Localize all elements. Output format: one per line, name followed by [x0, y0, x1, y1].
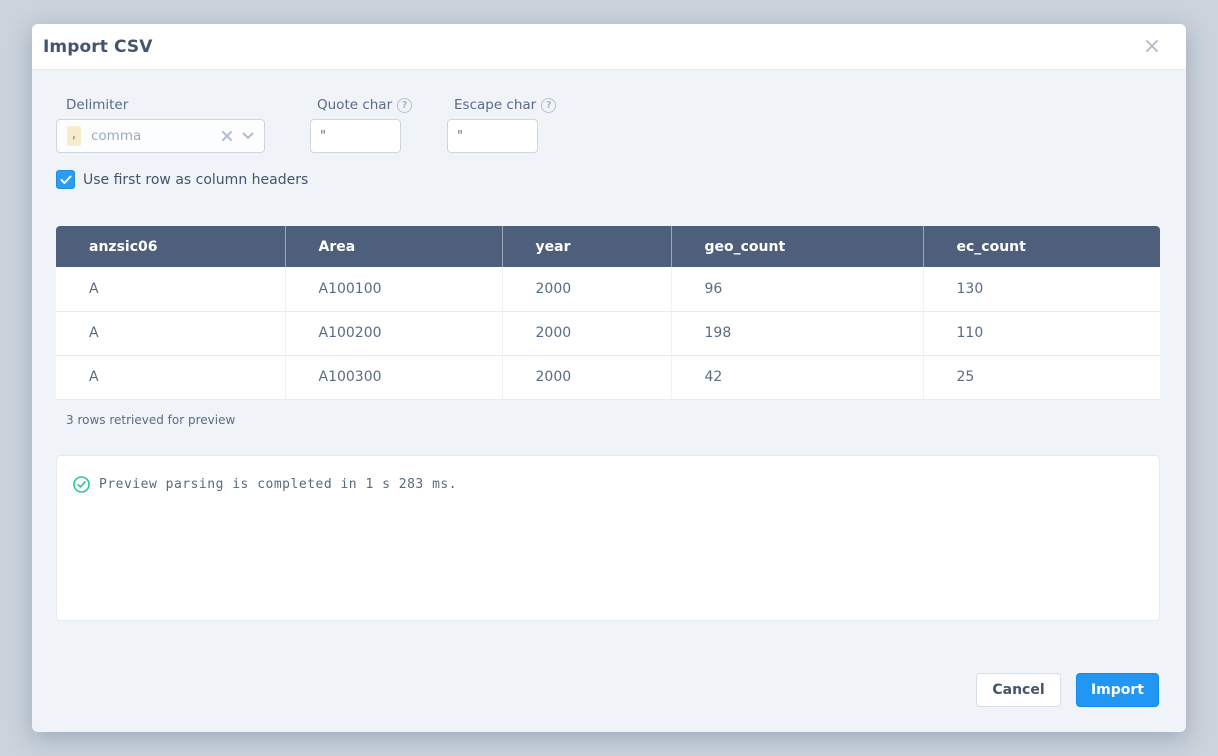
- checkbox-checked[interactable]: [56, 170, 75, 189]
- import-button[interactable]: Import: [1076, 673, 1159, 707]
- table-row: AA10030020004225: [56, 355, 1160, 399]
- close-icon[interactable]: ×: [1140, 35, 1164, 59]
- table-cell: 2000: [502, 355, 671, 399]
- clear-icon[interactable]: [221, 130, 233, 142]
- log-message: Preview parsing is completed in 1 s 283 …: [99, 477, 457, 492]
- table-cell: 96: [671, 267, 923, 311]
- table-cell: 130: [923, 267, 1160, 311]
- preview-row-count-note: 3 rows retrieved for preview: [66, 413, 235, 427]
- column-header: anzsic06: [56, 226, 285, 267]
- table-cell: A: [56, 267, 285, 311]
- table-cell: A: [56, 311, 285, 355]
- column-header: ec_count: [923, 226, 1160, 267]
- success-check-circle-icon: [73, 476, 90, 493]
- escape-char-field: Escape char ?: [447, 97, 556, 153]
- column-header: year: [502, 226, 671, 267]
- table-cell: A100100: [285, 267, 502, 311]
- csv-preview-table: anzsic06Areayeargeo_countec_count AA1001…: [56, 226, 1160, 400]
- table-cell: 2000: [502, 311, 671, 355]
- log-line: Preview parsing is completed in 1 s 283 …: [73, 476, 1143, 493]
- import-csv-dialog: Import CSV × Delimiter , comma Quote cha…: [32, 24, 1186, 732]
- table-cell: A100200: [285, 311, 502, 355]
- table-cell: 110: [923, 311, 1160, 355]
- table-header-row: anzsic06Areayeargeo_countec_count: [56, 226, 1160, 267]
- delimiter-label: Delimiter: [66, 97, 265, 113]
- first-row-headers-checkbox-row[interactable]: Use first row as column headers: [56, 170, 308, 189]
- parsing-log-panel: Preview parsing is completed in 1 s 283 …: [56, 455, 1160, 621]
- dialog-header: Import CSV ×: [32, 24, 1186, 70]
- quote-char-label: Quote char ?: [317, 97, 412, 113]
- delimiter-field: Delimiter , comma: [56, 97, 265, 153]
- table-row: AA1002002000198110: [56, 311, 1160, 355]
- help-icon[interactable]: ?: [541, 98, 556, 113]
- table-cell: A: [56, 355, 285, 399]
- checkbox-label: Use first row as column headers: [83, 172, 308, 188]
- table-cell: 198: [671, 311, 923, 355]
- table-cell: 2000: [502, 267, 671, 311]
- delimiter-char-chip: ,: [67, 126, 81, 146]
- escape-char-label: Escape char ?: [454, 97, 556, 113]
- table-cell: A100300: [285, 355, 502, 399]
- help-icon[interactable]: ?: [397, 98, 412, 113]
- column-header: geo_count: [671, 226, 923, 267]
- delimiter-select[interactable]: , comma: [56, 119, 265, 153]
- delimiter-selected-value: comma: [91, 128, 221, 144]
- table-cell: 42: [671, 355, 923, 399]
- check-icon: [60, 175, 72, 185]
- table-row: AA100100200096130: [56, 267, 1160, 311]
- dialog-title: Import CSV: [32, 37, 153, 57]
- quote-char-input[interactable]: [310, 119, 401, 153]
- quote-char-field: Quote char ?: [310, 97, 412, 153]
- cancel-button[interactable]: Cancel: [976, 673, 1061, 707]
- escape-char-input[interactable]: [447, 119, 538, 153]
- chevron-down-icon[interactable]: [242, 132, 254, 140]
- column-header: Area: [285, 226, 502, 267]
- table-cell: 25: [923, 355, 1160, 399]
